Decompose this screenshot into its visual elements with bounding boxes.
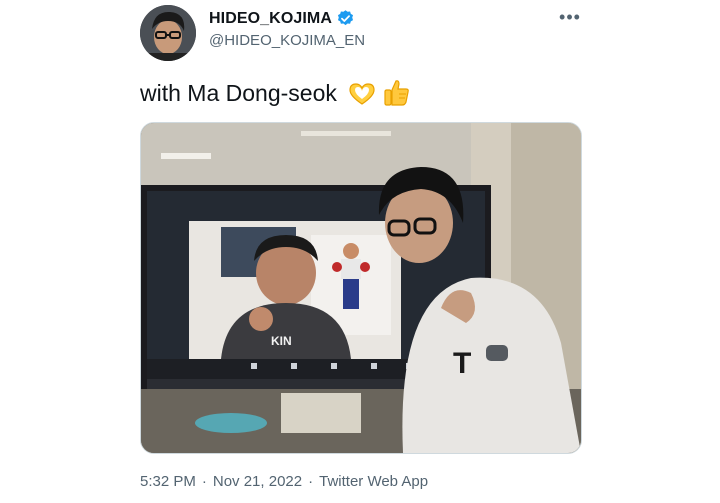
author-name-row[interactable]: HIDEO_KOJIMA	[209, 9, 355, 28]
tweet-metadata: 5:32 PM · Nov 21, 2022 · Twitter Web App	[140, 473, 428, 490]
more-options-button[interactable]: •••	[556, 6, 584, 28]
display-name[interactable]: HIDEO_KOJIMA	[209, 10, 332, 28]
avatar-photo	[140, 5, 196, 61]
tweet-text: with Ma Dong-seok	[140, 78, 411, 108]
author-handle[interactable]: @HIDEO_KOJIMA_EN	[209, 32, 365, 49]
tweet-time[interactable]: 5:32 PM	[140, 473, 196, 490]
avatar[interactable]	[140, 5, 196, 61]
thumbs-up-icon	[381, 78, 411, 108]
meta-separator: ·	[201, 473, 207, 490]
svg-text:T: T	[453, 347, 471, 380]
verified-badge-icon	[336, 9, 355, 28]
more-dots-icon: •••	[559, 6, 581, 27]
photo-illustration: KIN T	[141, 123, 581, 453]
tweet-source[interactable]: Twitter Web App	[319, 473, 428, 490]
tweet-date[interactable]: Nov 21, 2022	[213, 473, 302, 490]
svg-text:KIN: KIN	[271, 334, 292, 348]
tweet-photo[interactable]: KIN T	[140, 122, 582, 454]
heart-hands-icon	[347, 78, 377, 108]
meta-separator: ·	[308, 473, 314, 490]
tweet-text-body: with Ma Dong-seok	[140, 79, 337, 106]
